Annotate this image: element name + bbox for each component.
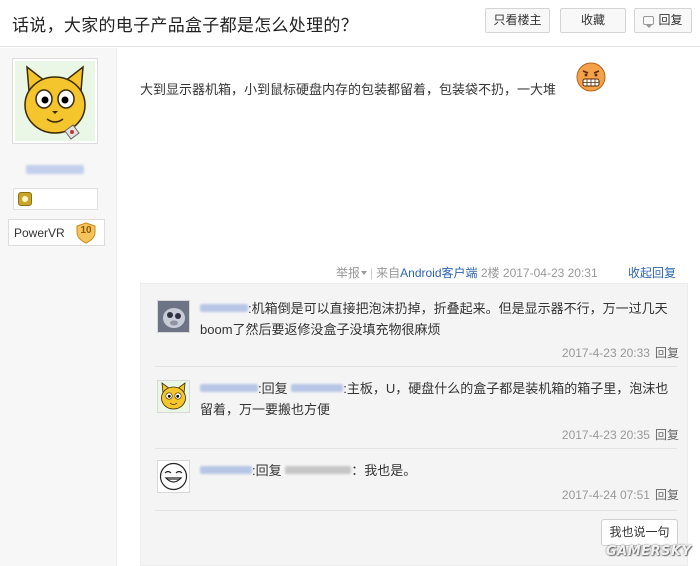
comment-divider xyxy=(155,366,677,367)
only-op-button[interactable]: 只看楼主 xyxy=(485,8,550,33)
reply-target-redacted[interactable] xyxy=(291,384,344,392)
comment-time: 2017-4-23 20:35 xyxy=(561,428,650,442)
source-prefix: 来自 xyxy=(376,266,401,280)
comment-reply-link[interactable]: 回复 xyxy=(655,488,679,502)
collapse-replies-link[interactable]: 收起回复 xyxy=(628,264,676,281)
post-time: 2017-04-23 20:31 xyxy=(502,266,598,280)
comment-body: :机箱倒是可以直接把泡沫扔掉，折叠起来。但是显示器不行，万一过几天boom了然后… xyxy=(200,301,668,337)
comment-divider xyxy=(155,510,677,511)
comment-reply-link[interactable]: 回复 xyxy=(655,346,679,360)
reply-list: :机箱倒是可以直接把泡沫扔掉，折叠起来。但是显示器不行，万一过几天boom了然后… xyxy=(140,283,688,566)
commenter-avatar[interactable] xyxy=(157,460,190,493)
commenter-avatar[interactable] xyxy=(157,300,190,333)
username-redacted[interactable] xyxy=(26,165,84,174)
avatar[interactable] xyxy=(12,58,98,144)
comment-meta: 2017-4-24 07:51 回复 xyxy=(562,486,679,503)
reply-prefix: :回复 xyxy=(252,463,282,478)
floor-number: 2楼 xyxy=(480,266,500,280)
reply-prefix: :回复 xyxy=(258,381,288,396)
commenter-avatar[interactable] xyxy=(157,380,190,413)
comment-meta: 2017-4-23 20:33 回复 xyxy=(562,344,679,361)
comment-text: :回复 :主板，U，硬盘什么的盒子都是装机箱的箱子里，泡沫也留着，万一要搬也方便 xyxy=(200,378,680,420)
smile-face-icon xyxy=(158,461,189,492)
meta-separator: | xyxy=(370,266,374,280)
comment-time: 2017-4-23 20:33 xyxy=(561,346,650,360)
thread-header: 话说，大家的电子产品盒子都是怎么处理的？ 只看楼主 收藏 回复 xyxy=(0,0,700,47)
comment-text: :回复 ：我也是。 xyxy=(200,460,680,481)
reply-button-label: 回复 xyxy=(658,13,683,27)
report-link[interactable]: 举报 xyxy=(336,266,360,280)
comment-reply-link[interactable]: 回复 xyxy=(655,428,679,442)
reply-target-redacted[interactable] xyxy=(285,466,352,474)
user-level[interactable]: PowerVR 10 xyxy=(8,219,105,246)
cat-avatar-icon xyxy=(158,381,189,412)
comment-time: 2017-4-24 07:51 xyxy=(561,488,650,502)
reply-button[interactable]: 回复 xyxy=(634,8,692,33)
cat-avatar-icon xyxy=(15,61,95,141)
level-name: PowerVR xyxy=(14,226,65,240)
grimace-emoji-icon xyxy=(576,62,606,92)
commenter-name-redacted[interactable] xyxy=(200,304,248,312)
comment-body: ：我也是。 xyxy=(351,463,417,478)
badge-icon[interactable] xyxy=(18,192,32,206)
comment-text: :机箱倒是可以直接把泡沫扔掉，折叠起来。但是显示器不行，万一过几天boom了然后… xyxy=(200,298,680,340)
level-number: 10 xyxy=(80,225,92,236)
favorite-button[interactable]: 收藏 xyxy=(560,8,626,33)
badge-box xyxy=(13,188,98,210)
comment-divider xyxy=(155,448,677,449)
animal-photo-icon xyxy=(158,301,189,332)
reply-icon xyxy=(643,16,655,28)
thread-title: 话说，大家的电子产品盒子都是怎么处理的？ xyxy=(12,16,358,35)
post-content: 大到显示器机箱，小到鼠标硬盘内存的包装都留着，包装袋不扔，一大堆 xyxy=(140,82,557,97)
comment-meta: 2017-4-23 20:35 回复 xyxy=(562,426,679,443)
commenter-name-redacted[interactable] xyxy=(200,466,252,474)
add-comment-button[interactable]: 我也说一句 xyxy=(601,519,678,546)
commenter-name-redacted[interactable] xyxy=(200,384,258,392)
watermark: GAMERSKY xyxy=(606,544,692,559)
user-sidebar: PowerVR 10 xyxy=(0,48,117,566)
report-arrow-icon[interactable] xyxy=(361,271,368,275)
post-meta: 举报 | 来自Android客户端 2楼 2017-04-23 20:31 xyxy=(336,264,598,281)
client-link[interactable]: Android客户端 xyxy=(400,266,477,280)
